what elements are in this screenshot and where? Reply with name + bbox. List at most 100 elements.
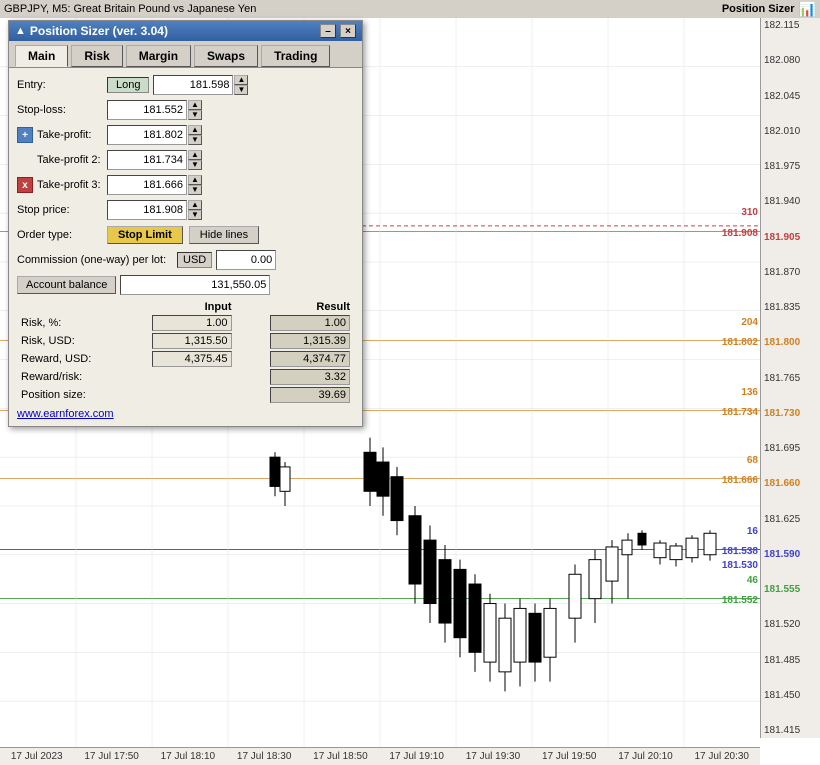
risk-usd-input[interactable] — [152, 333, 232, 349]
position-size-result — [270, 387, 350, 403]
panel-icon: ▲ — [15, 25, 26, 37]
account-balance-input[interactable] — [120, 275, 270, 295]
sl-value-label: 181.552 — [722, 595, 758, 606]
stoploss-spin-down[interactable]: ▼ — [188, 110, 202, 120]
takeprofit-row: + Take-profit: ▲ ▼ — [17, 124, 354, 146]
entry-type-button[interactable]: Long — [107, 77, 149, 93]
tp3-spin-down[interactable]: ▼ — [188, 185, 202, 195]
stoploss-spin-up[interactable]: ▲ — [188, 100, 202, 110]
stopprice-spin-up[interactable]: ▲ — [188, 200, 202, 210]
time-label-7: 17 Jul 19:30 — [466, 751, 521, 762]
risk-usd-input-cell — [117, 332, 236, 350]
stop-price-value-label: 181.908 — [722, 228, 758, 239]
entry-label: Entry: — [17, 79, 107, 91]
time-label-4: 17 Jul 18:30 — [237, 751, 292, 762]
ordertype-label: Order type: — [17, 229, 107, 241]
price-label-2: 182.080 — [761, 55, 820, 66]
risk-pct-label: Risk, %: — [17, 314, 117, 332]
takeprofit-input[interactable] — [107, 125, 187, 145]
tp2-spin-down[interactable]: ▼ — [188, 160, 202, 170]
price-label-11: 181.765 — [761, 373, 820, 384]
takeprofit2-input[interactable] — [107, 150, 187, 170]
stoploss-input[interactable] — [107, 100, 187, 120]
tp-plus-badge[interactable]: + — [17, 127, 33, 143]
price-label-13: 181.695 — [761, 443, 820, 454]
stoploss-label: Stop-loss: — [17, 104, 107, 116]
price-label-5: 181.975 — [761, 161, 820, 172]
tp3-value-label: 181.666 — [722, 475, 758, 486]
tp3-count-label: 68 — [747, 455, 758, 466]
chart-title-text: GBPJPY, M5: Great Britain Pound vs Japan… — [4, 3, 256, 15]
minimize-button[interactable]: – — [320, 24, 336, 38]
hide-lines-button[interactable]: Hide lines — [189, 226, 259, 244]
entry-input[interactable] — [153, 75, 233, 95]
position-sizer-icon: 📊 — [799, 1, 816, 18]
tp3-spin-up[interactable]: ▲ — [188, 175, 202, 185]
price-label-9: 181.835 — [761, 302, 820, 313]
tab-swaps[interactable]: Swaps — [194, 45, 258, 67]
takeprofit-label: Take-profit: — [37, 129, 107, 141]
stoploss-spinner: ▲ ▼ — [188, 100, 202, 120]
time-label-10: 17 Jul 20:30 — [694, 751, 749, 762]
risk-pct-input[interactable] — [152, 315, 232, 331]
stopprice-label: Stop price: — [17, 204, 107, 216]
reward-risk-result — [270, 369, 350, 385]
position-size-row: Position size: — [17, 386, 354, 404]
takeprofit2-label: Take-profit 2: — [17, 154, 107, 166]
tp-spin-down[interactable]: ▼ — [188, 135, 202, 145]
tab-margin[interactable]: Margin — [126, 45, 191, 67]
stopprice-input[interactable] — [107, 200, 187, 220]
risk-usd-label: Risk, USD: — [17, 332, 117, 350]
takeprofit3-input[interactable] — [107, 175, 187, 195]
ordertype-row: Order type: Stop Limit Hide lines — [17, 224, 354, 246]
entry-spin-down[interactable]: ▼ — [234, 85, 248, 95]
sl-count-label: 46 — [747, 575, 758, 586]
col-result-header: Result — [236, 300, 355, 314]
tab-risk[interactable]: Risk — [71, 45, 122, 67]
risk-pct-row: Risk, %: — [17, 314, 354, 332]
account-balance-button[interactable]: Account balance — [17, 276, 116, 294]
commission-input[interactable] — [216, 250, 276, 270]
price-label-12: 181.730 — [761, 408, 820, 419]
risk-pct-input-cell — [117, 314, 236, 332]
tp-value-label: 181.802 — [722, 337, 758, 348]
tp3-x-badge[interactable]: x — [17, 177, 33, 193]
risk-usd-result-cell — [236, 332, 355, 350]
results-table: Input Result Risk, %: Risk, USD: — [17, 300, 354, 404]
price-label-7: 181.905 — [761, 232, 820, 243]
commission-row: Commission (one-way) per lot: USD — [17, 249, 354, 271]
price-label-1: 182.115 — [761, 20, 820, 31]
price-label-21: 181.415 — [761, 725, 820, 736]
tab-main[interactable]: Main — [15, 45, 68, 67]
stop-count-label: 310 — [741, 207, 758, 218]
stopprice-spin-down[interactable]: ▼ — [188, 210, 202, 220]
reward-usd-result-cell — [236, 350, 355, 368]
tp-spin-up[interactable]: ▲ — [188, 125, 202, 135]
tp-spinner: ▲ ▼ — [188, 125, 202, 145]
reward-risk-result-cell — [236, 368, 355, 386]
entry-spin-up[interactable]: ▲ — [234, 75, 248, 85]
stop-limit-button[interactable]: Stop Limit — [107, 226, 183, 244]
reward-usd-input[interactable] — [152, 351, 232, 367]
earnforex-link[interactable]: www.earnforex.com — [17, 408, 354, 420]
close-button[interactable]: × — [340, 24, 356, 38]
risk-usd-row: Risk, USD: — [17, 332, 354, 350]
entry-count-label: 16 — [747, 526, 758, 537]
panel-body: Entry: Long ▲ ▼ Stop-loss: ▲ ▼ + Take-pr… — [9, 68, 362, 426]
entry-spinner: ▲ ▼ — [234, 75, 248, 95]
tp2-count-label: 136 — [741, 387, 758, 398]
risk-pct-result-cell — [236, 314, 355, 332]
panel-titlebar: ▲ Position Sizer (ver. 3.04) – × — [9, 21, 362, 41]
entry-sub-label: 181.530 — [722, 560, 758, 571]
tab-trading[interactable]: Trading — [261, 45, 330, 67]
stopprice-spinner: ▲ ▼ — [188, 200, 202, 220]
stopprice-row: Stop price: ▲ ▼ — [17, 199, 354, 221]
position-size-result-cell — [236, 386, 355, 404]
reward-risk-label: Reward/risk: — [17, 368, 117, 386]
tp2-spin-up[interactable]: ▲ — [188, 150, 202, 160]
time-label-5: 17 Jul 18:50 — [313, 751, 368, 762]
price-label-17: 181.555 — [761, 584, 820, 595]
time-label-9: 17 Jul 20:10 — [618, 751, 673, 762]
commission-label: Commission (one-way) per lot: — [17, 254, 177, 266]
entry-row: Entry: Long ▲ ▼ — [17, 74, 354, 96]
